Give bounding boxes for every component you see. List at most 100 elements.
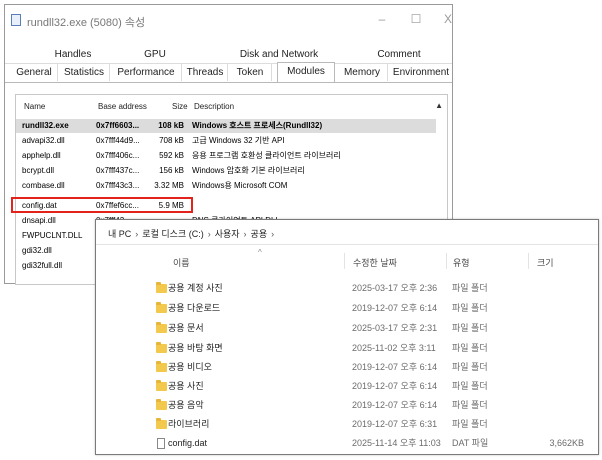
close-button[interactable]: X <box>441 12 455 26</box>
maximize-button[interactable]: ☐ <box>409 12 423 26</box>
tab-environment[interactable]: Environment <box>389 64 453 81</box>
item-date-modified: 2025-03-17 오후 2:36 <box>352 283 438 293</box>
breadcrumb-local-disk[interactable]: 로컬 디스크 (C:) <box>142 227 203 240</box>
tab-row-top: Handles GPU Disk and Network Comment <box>5 46 452 63</box>
breadcrumb: 내 PC › 로컬 디스크 (C:) › 사용자 › 공용 › <box>108 227 278 240</box>
item-date-modified: 2025-11-14 오후 11:03 <box>352 438 441 448</box>
file-list-item[interactable]: 공용 비디오 2019-12-07 오후 6:14 파일 폴더 <box>156 358 596 377</box>
folder-icon <box>156 361 167 372</box>
module-size: 108 kB <box>158 121 184 130</box>
tab-underline <box>5 82 452 83</box>
tab-comment[interactable]: Comment <box>369 46 429 63</box>
module-row[interactable]: advapi32.dll 0x7fff44d9... 708 kB 고급 Win… <box>16 134 436 148</box>
item-name: 라이브러리 <box>168 419 210 429</box>
file-list-item[interactable]: 공용 계정 사진 2025-03-17 오후 2:36 파일 폴더 <box>156 279 596 298</box>
module-base-address: 0x7fff43c3... <box>96 181 140 190</box>
tab-token[interactable]: Token <box>229 64 272 81</box>
module-row[interactable]: combase.dll 0x7fff43c3... 3.32 MB Window… <box>16 179 436 193</box>
module-description: 응용 프로그램 호환성 클라이언트 라이브러리 <box>192 151 341 160</box>
item-name: 공용 계정 사진 <box>168 283 223 293</box>
tab-modules[interactable]: Modules <box>277 62 335 83</box>
column-header-description[interactable]: Description <box>194 102 234 116</box>
folder-icon <box>156 282 167 293</box>
item-name: 공용 문서 <box>168 323 204 333</box>
module-description: Windows 암호화 기본 라이브러리 <box>192 166 305 175</box>
breadcrumb-chevron-icon[interactable]: › <box>271 229 274 239</box>
column-header-type[interactable]: 유형 <box>453 256 470 269</box>
tab-statistics[interactable]: Statistics <box>59 64 110 81</box>
item-date-modified: 2019-12-07 오후 6:14 <box>352 400 438 410</box>
module-row[interactable]: bcrypt.dll 0x7fff437c... 156 kB Windows … <box>16 164 436 178</box>
item-date-modified: 2019-12-07 오후 6:14 <box>352 362 438 372</box>
module-name: gdi32full.dll <box>22 261 63 270</box>
item-type: 파일 폴더 <box>452 343 488 353</box>
item-type: DAT 파일 <box>452 438 489 448</box>
window-title: rundll32.exe (5080) 속성 <box>27 17 146 29</box>
module-row[interactable]: apphelp.dll 0x7fff406c... 592 kB 응용 프로그램… <box>16 149 436 163</box>
column-header-base-address[interactable]: Base address <box>98 102 147 116</box>
sort-ascending-icon: ^ <box>258 248 262 257</box>
tab-row-bottom: General Statistics Performance Threads T… <box>5 62 453 83</box>
column-divider[interactable] <box>528 253 529 269</box>
module-size: 156 kB <box>159 166 184 175</box>
minimize-button[interactable]: – <box>375 12 389 26</box>
module-base-address: 0x7ff6603... <box>96 121 140 130</box>
item-date-modified: 2019-12-07 오후 6:31 <box>352 419 438 429</box>
breadcrumb-public[interactable]: 공용 <box>251 227 268 240</box>
item-name: 공용 바탕 화면 <box>168 343 223 353</box>
module-base-address: 0x7fff44d9... <box>96 136 140 145</box>
item-type: 파일 폴더 <box>452 419 488 429</box>
module-name: advapi32.dll <box>22 136 65 145</box>
item-size: 3,662KB <box>549 438 584 448</box>
item-type: 파일 폴더 <box>452 362 488 372</box>
module-name: gdi32.dll <box>22 246 52 255</box>
folder-icon <box>156 418 167 429</box>
file-list-item[interactable]: 공용 다운로드 2019-12-07 오후 6:14 파일 폴더 <box>156 299 596 318</box>
tab-handles[interactable]: Handles <box>43 46 103 63</box>
item-date-modified: 2025-03-17 오후 2:31 <box>352 323 438 333</box>
file-list-item[interactable]: 라이브러리 2019-12-07 오후 6:31 파일 폴더 <box>156 415 596 434</box>
item-date-modified: 2025-11-02 오후 3:11 <box>352 343 436 353</box>
folder-icon <box>156 399 167 410</box>
file-list-item[interactable]: 공용 바탕 화면 2025-11-02 오후 3:11 파일 폴더 <box>156 339 596 358</box>
item-name: 공용 비디오 <box>168 362 212 372</box>
window-icon <box>11 14 21 26</box>
item-date-modified: 2019-12-07 오후 6:14 <box>352 381 438 391</box>
folder-icon <box>156 380 167 391</box>
column-header-size[interactable]: 크기 <box>537 256 554 269</box>
tab-memory[interactable]: Memory <box>337 64 388 81</box>
column-header-name[interactable]: Name <box>24 102 45 116</box>
scroll-up-icon[interactable]: ▲ <box>435 101 443 110</box>
breadcrumb-this-pc[interactable]: 내 PC <box>108 227 131 240</box>
file-explorer-window: 내 PC › 로컬 디스크 (C:) › 사용자 › 공용 › ^ 이름 수정한 날짜 유형 … <box>95 219 599 455</box>
folder-icon <box>156 302 167 313</box>
tab-threads[interactable]: Threads <box>183 64 228 81</box>
module-name: rundll32.exe <box>22 121 69 130</box>
column-header-name[interactable]: 이름 <box>173 256 190 269</box>
tab-disk-and-network[interactable]: Disk and Network <box>239 46 319 63</box>
item-name: 공용 다운로드 <box>168 303 221 313</box>
config-dat-highlight-box <box>11 197 193 213</box>
column-divider[interactable] <box>446 253 447 269</box>
module-description: 고급 Windows 32 기반 API <box>192 136 285 145</box>
breadcrumb-chevron-icon: › <box>135 229 139 239</box>
item-name: 공용 사진 <box>168 381 204 391</box>
item-type: 파일 폴더 <box>452 400 488 410</box>
breadcrumb-chevron-icon: › <box>207 229 211 239</box>
tab-gpu[interactable]: GPU <box>133 46 177 63</box>
file-list-item[interactable]: config.dat 2025-11-14 오후 11:03 DAT 파일 3,… <box>156 434 596 453</box>
item-name: 공용 음악 <box>168 400 204 410</box>
item-type: 파일 폴더 <box>452 303 488 313</box>
column-header-date-modified[interactable]: 수정한 날짜 <box>353 256 397 269</box>
file-list-item[interactable]: 공용 음악 2019-12-07 오후 6:14 파일 폴더 <box>156 396 596 415</box>
module-description: Windows용 Microsoft COM <box>192 181 288 190</box>
column-divider[interactable] <box>344 253 345 269</box>
file-list-item[interactable]: 공용 사진 2019-12-07 오후 6:14 파일 폴더 <box>156 377 596 396</box>
module-name: dnsapi.dll <box>22 216 56 225</box>
tab-performance[interactable]: Performance <box>111 64 182 81</box>
module-row[interactable]: rundll32.exe 0x7ff6603... 108 kB Windows… <box>16 119 436 133</box>
breadcrumb-users[interactable]: 사용자 <box>215 227 240 240</box>
column-header-size[interactable]: Size <box>172 102 188 116</box>
tab-general[interactable]: General <box>11 64 58 81</box>
file-list-item[interactable]: 공용 문서 2025-03-17 오후 2:31 파일 폴더 <box>156 319 596 338</box>
